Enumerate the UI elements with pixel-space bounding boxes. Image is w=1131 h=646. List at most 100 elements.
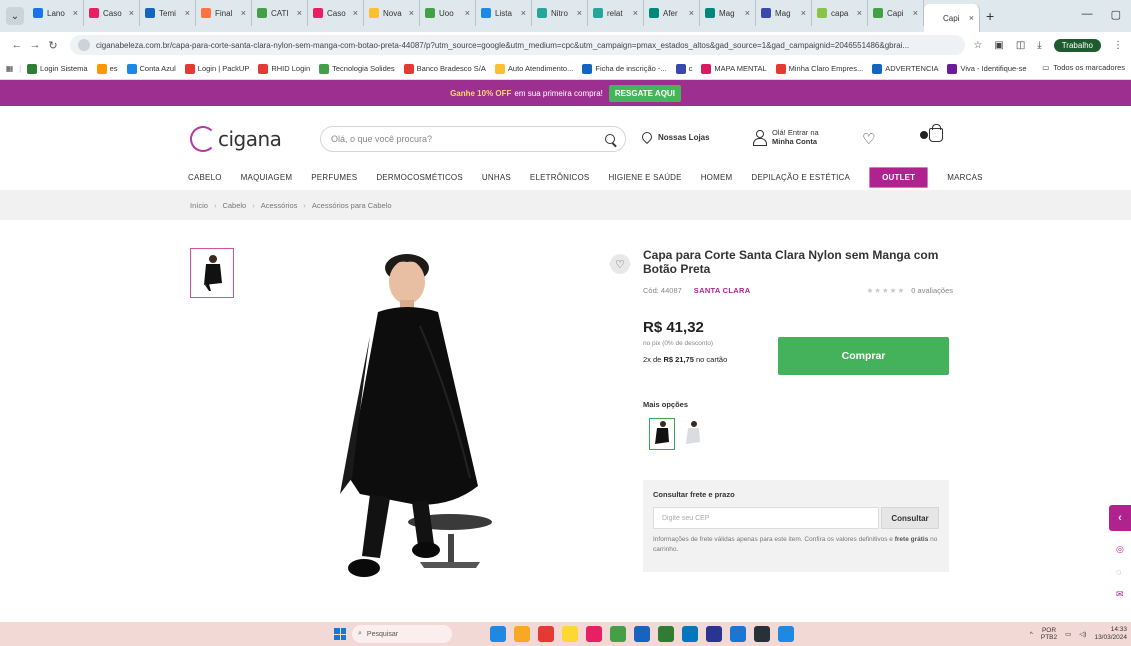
taskbar-app-icon[interactable] bbox=[778, 626, 794, 642]
account-link[interactable]: Olá! Entrar na Minha Conta bbox=[752, 128, 819, 146]
bookmark-item[interactable]: Auto Atendimento... bbox=[494, 63, 573, 74]
tab-close-icon[interactable]: × bbox=[689, 8, 694, 18]
tab-close-icon[interactable]: × bbox=[297, 8, 302, 18]
cart-button[interactable] bbox=[920, 124, 943, 142]
browser-tab[interactable]: CATI × bbox=[252, 0, 308, 26]
browser-tab[interactable]: relat × bbox=[588, 0, 644, 26]
tab-close-icon[interactable]: × bbox=[409, 8, 414, 18]
consult-shipping-button[interactable]: Consultar bbox=[881, 507, 939, 529]
nav-item-dermocosm-ticos[interactable]: DERMOCOSMÉTICOS bbox=[376, 173, 463, 182]
taskbar-app-icon[interactable] bbox=[754, 626, 770, 642]
tab-close-icon[interactable]: × bbox=[633, 8, 638, 18]
search-input[interactable]: Olá, o que você procura? bbox=[320, 126, 626, 152]
taskbar-app-icon[interactable] bbox=[610, 626, 626, 642]
tab-close-icon[interactable]: × bbox=[73, 8, 78, 18]
taskbar-app-icon[interactable] bbox=[562, 626, 578, 642]
nav-item-eletr-nicos[interactable]: ELETRÔNICOS bbox=[530, 173, 590, 182]
reload-button[interactable]: ↻ bbox=[44, 39, 62, 52]
taskbar-app-icon[interactable] bbox=[658, 626, 674, 642]
tab-close-icon[interactable]: × bbox=[353, 8, 358, 18]
nav-item-perfumes[interactable]: PERFUMES bbox=[311, 173, 357, 182]
nav-item-homem[interactable]: HOMEM bbox=[701, 173, 733, 182]
tab-close-icon[interactable]: × bbox=[857, 8, 862, 18]
nav-item-cabelo[interactable]: CABELO bbox=[188, 173, 222, 182]
taskbar-app-icon[interactable] bbox=[682, 626, 698, 642]
forward-button[interactable]: → bbox=[26, 39, 44, 51]
bookmark-item[interactable]: Login Sistema bbox=[27, 63, 88, 74]
site-info-icon[interactable] bbox=[78, 39, 90, 51]
bookmark-item[interactable]: ADVERTENCIA bbox=[872, 63, 938, 74]
tray-chevron-icon[interactable]: ^ bbox=[1030, 631, 1033, 638]
side-panel-icon[interactable]: ◫ bbox=[1016, 40, 1025, 51]
word-icon[interactable] bbox=[706, 626, 722, 642]
bookmark-item[interactable]: Minha Claro Empres... bbox=[775, 63, 863, 74]
buy-button[interactable]: Comprar bbox=[778, 337, 949, 375]
tab-close-icon[interactable]: × bbox=[745, 8, 750, 18]
product-rating[interactable]: ★★★★★ 0 avaliações bbox=[867, 286, 953, 295]
taskbar-app-icon[interactable] bbox=[490, 626, 506, 642]
bookmark-item[interactable]: Conta Azul bbox=[126, 63, 176, 74]
stores-link[interactable]: Nossas Lojas bbox=[639, 129, 710, 145]
bookmark-star-icon[interactable]: ☆ bbox=[973, 40, 982, 51]
bookmark-item[interactable]: Tecnologia Solides bbox=[319, 63, 395, 74]
browser-tab[interactable]: Lano × bbox=[28, 0, 84, 26]
tab-close-icon[interactable]: × bbox=[465, 8, 470, 18]
bookmark-item[interactable]: RHID Login bbox=[258, 63, 310, 74]
clock[interactable]: 14:33 13/03/2024 bbox=[1094, 626, 1127, 642]
browser-tab[interactable]: Uoo × bbox=[420, 0, 476, 26]
nav-item-unhas[interactable]: UNHAS bbox=[482, 173, 511, 182]
tab-close-icon[interactable]: × bbox=[129, 8, 134, 18]
bookmark-item[interactable]: Ficha de inscrição -... bbox=[582, 63, 667, 74]
tab-close-icon[interactable]: × bbox=[913, 8, 918, 18]
volume-icon[interactable]: ◁) bbox=[1079, 630, 1086, 638]
new-tab-button[interactable]: + bbox=[986, 8, 994, 24]
extension-icon[interactable]: ▣ bbox=[994, 40, 1003, 51]
chat-icon[interactable]: ◌ bbox=[1116, 567, 1124, 577]
side-drawer-toggle[interactable]: ‹ bbox=[1109, 505, 1131, 531]
add-to-wishlist-button[interactable]: ♡ bbox=[610, 254, 630, 274]
tab-close-icon[interactable]: × bbox=[521, 8, 526, 18]
apps-grid-icon[interactable]: ▦ bbox=[6, 64, 13, 73]
profile-button[interactable]: Trabalho bbox=[1053, 38, 1101, 52]
tab-search-button[interactable]: ⌄ bbox=[6, 7, 24, 25]
browser-tab[interactable]: Caso × bbox=[84, 0, 140, 26]
variant-option-white[interactable] bbox=[680, 418, 706, 450]
download-icon[interactable]: ⤓ bbox=[1037, 40, 1041, 51]
taskbar-app-icon[interactable] bbox=[586, 626, 602, 642]
bookmark-item[interactable]: Banco Bradesco S/A bbox=[403, 63, 486, 74]
browser-tab[interactable]: Mag × bbox=[756, 0, 812, 26]
windows-start-icon[interactable] bbox=[334, 628, 346, 640]
nav-item-outlet[interactable]: OUTLET bbox=[869, 167, 929, 188]
bookmark-item[interactable]: Viva - Identifique-se bbox=[947, 63, 1027, 74]
network-icon[interactable]: ▭ bbox=[1065, 630, 1071, 638]
tab-close-icon[interactable]: × bbox=[801, 8, 806, 18]
wishlist-heart-icon[interactable]: ♡ bbox=[862, 130, 875, 148]
breadcrumb-link[interactable]: Acessórios para Cabelo bbox=[312, 201, 392, 210]
browser-tab[interactable]: Caso × bbox=[308, 0, 364, 26]
nav-item-depila-o-e-est-tica[interactable]: DEPILAÇÃO E ESTÉTICA bbox=[751, 173, 850, 182]
whatsapp-icon[interactable]: ◎ bbox=[1116, 544, 1124, 555]
browser-tab[interactable]: Final × bbox=[196, 0, 252, 26]
browser-tab[interactable]: Mag × bbox=[700, 0, 756, 26]
breadcrumb-link[interactable]: Cabelo bbox=[222, 201, 246, 210]
all-bookmarks-button[interactable]: ▭ Todos os marcadores bbox=[1036, 63, 1125, 72]
file-explorer-icon[interactable] bbox=[514, 626, 530, 642]
bookmark-item[interactable]: Login | PackUP bbox=[184, 63, 249, 74]
site-logo[interactable]: cigana bbox=[190, 126, 282, 152]
product-image[interactable] bbox=[300, 246, 540, 594]
bookmark-item[interactable]: c bbox=[675, 63, 692, 74]
product-thumbnail-selected[interactable] bbox=[190, 248, 234, 298]
taskbar-app-icon[interactable] bbox=[730, 626, 746, 642]
browser-menu-icon[interactable]: ⋮ bbox=[1113, 40, 1123, 51]
nav-item-maquiagem[interactable]: MAQUIAGEM bbox=[241, 173, 293, 182]
nav-item-higiene-e-sa-de[interactable]: HIGIENE E SAÚDE bbox=[608, 173, 681, 182]
back-button[interactable]: ← bbox=[8, 39, 26, 51]
breadcrumb-link[interactable]: Início bbox=[190, 201, 208, 210]
minimize-button[interactable]: — bbox=[1082, 8, 1093, 21]
browser-tab[interactable]: capa × bbox=[812, 0, 868, 26]
browser-tab[interactable]: Lista × bbox=[476, 0, 532, 26]
browser-tab[interactable]: Capi × bbox=[868, 0, 924, 26]
maximize-button[interactable]: ▢ bbox=[1111, 8, 1121, 21]
promo-redeem-button[interactable]: RESGATE AQUI bbox=[608, 84, 681, 102]
language-indicator[interactable]: POR PTB2 bbox=[1041, 627, 1057, 641]
